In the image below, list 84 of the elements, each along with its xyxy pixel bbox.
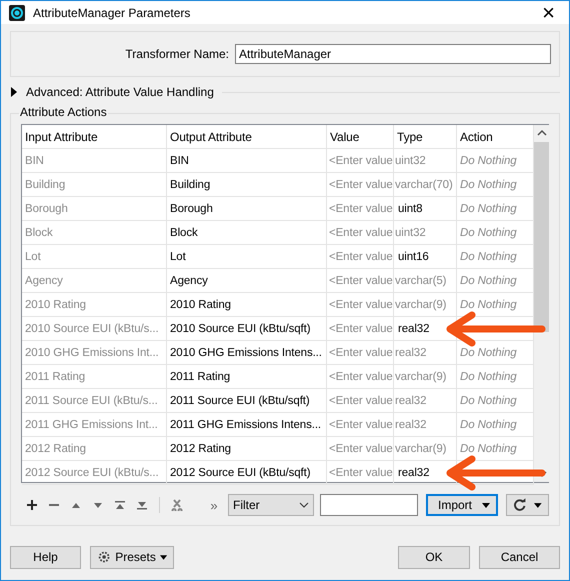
table-cell[interactable]: <Enter value (327, 245, 394, 269)
presets-button[interactable]: Presets (90, 546, 174, 568)
table-cell[interactable]: Agency (167, 269, 327, 293)
table-cell[interactable]: 2011 GHG Emissions Intens... (167, 413, 327, 437)
table-cell[interactable]: varchar(9) (394, 293, 457, 317)
table-cell[interactable]: varchar(70) (394, 173, 457, 197)
table-cell[interactable]: <Enter value (327, 149, 394, 173)
table-cell[interactable]: BIN (167, 149, 327, 173)
table-cell: Borough (22, 197, 167, 221)
table-cell[interactable]: varchar(5) (394, 269, 457, 293)
table-cell[interactable]: <Enter value (327, 197, 394, 221)
table-cell[interactable]: real32 (394, 413, 457, 437)
table-cell[interactable]: <Enter value (327, 341, 394, 365)
table-cell[interactable]: real32 (394, 341, 457, 365)
table-cell[interactable]: 2011 Rating (167, 365, 327, 389)
table-cell: 2011 Rating (22, 365, 167, 389)
expand-triangle-icon[interactable] (10, 87, 18, 97)
table-cell: BIN (22, 149, 167, 173)
table-cell: 2012 Rating (22, 437, 167, 461)
table-cell[interactable]: 2010 GHG Emissions Intens... (167, 341, 327, 365)
table-cell[interactable]: <Enter value (327, 293, 394, 317)
table-cell[interactable]: 2011 Source EUI (kBtu/sqft) (167, 389, 327, 413)
table-cell: Lot (22, 245, 167, 269)
filter-dropdown[interactable]: Filter (228, 494, 314, 516)
table-cell: 2012 Source EUI (kBtu/s... (22, 461, 167, 485)
transformer-name-field[interactable]: AttributeManager (235, 44, 551, 64)
column-header[interactable]: Input Attribute (22, 125, 167, 149)
table-cell[interactable]: uint32 (394, 221, 457, 245)
scrollbar[interactable] (534, 125, 549, 482)
table-cell[interactable]: <Enter value (327, 365, 394, 389)
caret-icon (160, 554, 167, 560)
table-cell[interactable]: <Enter value (327, 173, 394, 197)
filter-field[interactable] (320, 494, 418, 516)
table-cell[interactable]: 2010 Rating (167, 293, 327, 317)
table-cell[interactable]: real32 (394, 389, 457, 413)
table-cell[interactable]: real32 (394, 461, 457, 485)
group-title: Attribute Actions (19, 105, 108, 119)
table-cell[interactable]: varchar(9) (394, 437, 457, 461)
import-button[interactable]: Import (426, 494, 498, 516)
table-cell: Agency (22, 269, 167, 293)
table-cell[interactable]: Lot (167, 245, 327, 269)
window-title: AttributeManager Parameters (33, 6, 192, 20)
table-cell: 2011 Source EUI (kBtu/s... (22, 389, 167, 413)
table-cell[interactable]: Block (167, 221, 327, 245)
table-cell: Block (22, 221, 167, 245)
table-cell[interactable]: varchar(9) (394, 365, 457, 389)
table-cell[interactable]: <Enter value (327, 437, 394, 461)
gear-icon (97, 549, 112, 565)
refresh-button[interactable] (506, 494, 549, 516)
table-cell: 2010 GHG Emissions Int... (22, 341, 167, 365)
table-cell[interactable]: <Enter value (327, 221, 394, 245)
chevron-down-icon (299, 502, 309, 508)
table-cell[interactable]: uint16 (394, 245, 457, 269)
ok-button[interactable]: OK (398, 546, 470, 568)
table-cell[interactable]: <Enter value (327, 461, 394, 485)
table-cell[interactable]: real32 (394, 317, 457, 341)
close-button[interactable]: × (536, 2, 561, 24)
table-cell[interactable]: 2012 Rating (167, 437, 327, 461)
table-cell: 2010 Source EUI (kBtu/s... (22, 317, 167, 341)
table-cell: 2010 Rating (22, 293, 167, 317)
caret-icon (482, 502, 490, 508)
field-label: Transformer Name: (125, 47, 229, 61)
table-cell[interactable]: 2012 Source EUI (kBtu/sqft) (167, 461, 327, 485)
column-header[interactable]: Value (327, 125, 394, 149)
column-header[interactable]: Output Attribute (167, 125, 327, 149)
caret-icon (534, 502, 542, 508)
table-cell[interactable]: Borough (167, 197, 327, 221)
help-button[interactable]: Help (10, 546, 81, 568)
cancel-button[interactable]: Cancel (479, 546, 560, 568)
table-cell[interactable]: 2010 Source EUI (kBtu/sqft) (167, 317, 327, 341)
table-cell[interactable]: Building (167, 173, 327, 197)
table-cell[interactable]: <Enter value (327, 413, 394, 437)
column-header[interactable]: Type (394, 125, 457, 149)
refresh-icon (513, 498, 526, 512)
table-cell[interactable]: <Enter value (327, 317, 394, 341)
table-cell[interactable]: uint8 (394, 197, 457, 221)
more-button[interactable]: » (204, 496, 224, 514)
table-cell[interactable]: uint32 (394, 149, 457, 173)
table-cell: 2011 GHG Emissions Int... (22, 413, 167, 437)
table-cell[interactable]: <Enter value (327, 389, 394, 413)
app-icon (9, 4, 25, 20)
table-cell[interactable]: <Enter value (327, 269, 394, 293)
section-toggle[interactable]: Advanced: Attribute Value Handling (26, 85, 214, 99)
table-cell: Building (22, 173, 167, 197)
